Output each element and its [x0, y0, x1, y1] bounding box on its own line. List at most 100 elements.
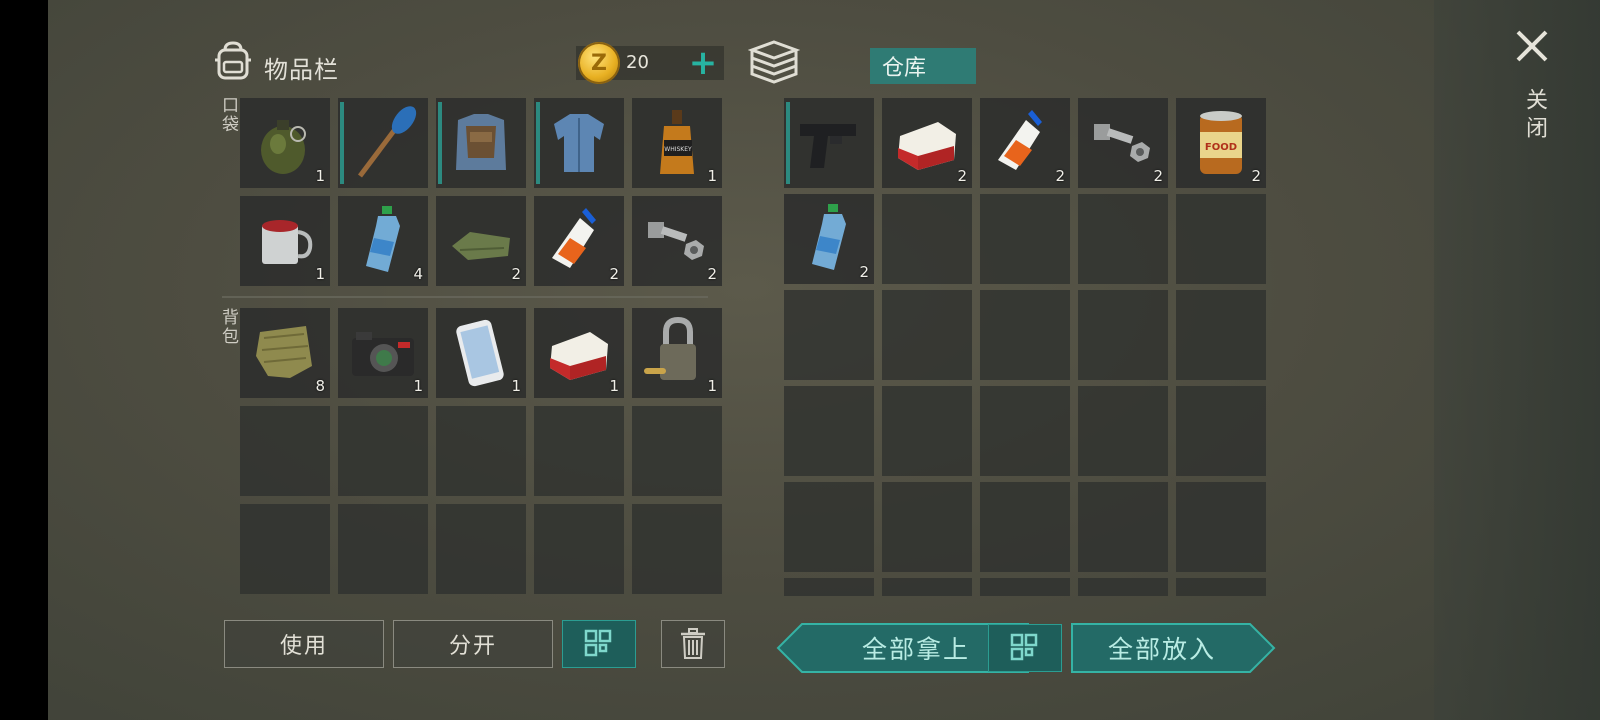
coin-count: 20 [626, 52, 649, 73]
empty-slot[interactable] [784, 482, 874, 572]
empty-slot[interactable] [632, 504, 722, 594]
item-slot[interactable]: 1 [240, 196, 330, 286]
item-slot[interactable]: 2 [784, 194, 874, 284]
empty-slot[interactable] [980, 290, 1070, 380]
item-slot[interactable]: WHISKEY 1 [632, 98, 722, 188]
empty-slot[interactable] [1176, 194, 1266, 284]
close-label[interactable]: 关闭 [1518, 88, 1550, 144]
item-slot[interactable]: 1 [534, 308, 624, 398]
empty-slot[interactable] [436, 406, 526, 496]
empty-slot[interactable] [980, 578, 1070, 596]
empty-slot[interactable] [240, 406, 330, 496]
food-can-icon: FOOD [1200, 111, 1242, 174]
empty-slot[interactable] [1176, 482, 1266, 572]
camera-icon [352, 332, 414, 376]
glue-icon [998, 110, 1042, 170]
close-icon[interactable] [1514, 28, 1550, 64]
item-slot[interactable] [784, 98, 874, 188]
empty-slot[interactable] [534, 406, 624, 496]
empty-slot[interactable] [534, 504, 624, 594]
item-count: 2 [957, 167, 967, 185]
empty-slot[interactable] [784, 578, 874, 596]
item-count: 2 [1153, 167, 1163, 185]
empty-slot[interactable] [784, 386, 874, 476]
item-count: 2 [859, 263, 869, 281]
empty-slot[interactable] [784, 290, 874, 380]
item-slot[interactable]: 2 [882, 98, 972, 188]
svg-text:WHISKEY: WHISKEY [664, 146, 692, 153]
item-slot[interactable] [436, 98, 526, 188]
empty-slot[interactable] [1078, 386, 1168, 476]
water-bottle-icon [366, 206, 400, 272]
durability-bar [438, 102, 442, 184]
item-slot[interactable]: 2 [1078, 98, 1168, 188]
item-slot[interactable]: 2 [436, 196, 526, 286]
put-all-button[interactable]: 全部放入 [1072, 624, 1252, 672]
empty-slot[interactable] [882, 290, 972, 380]
empty-slot[interactable] [338, 504, 428, 594]
item-count: 2 [511, 265, 521, 283]
durability-bar [536, 102, 540, 184]
add-coins-button[interactable]: + [688, 46, 718, 80]
side-panel [1434, 0, 1600, 720]
item-slot[interactable]: 4 [338, 196, 428, 286]
use-button[interactable]: 使用 [224, 620, 384, 668]
empty-slot[interactable] [1176, 386, 1266, 476]
item-slot[interactable]: 1 [632, 308, 722, 398]
rag-icon [256, 326, 312, 378]
item-slot[interactable]: 8 [240, 308, 330, 398]
empty-slot[interactable] [882, 578, 972, 596]
bolt-nut-icon [1094, 124, 1150, 162]
denim-shirt-icon [554, 114, 604, 172]
empty-slot[interactable] [1078, 578, 1168, 596]
empty-slot[interactable] [980, 482, 1070, 572]
empty-slot[interactable] [882, 386, 972, 476]
item-slot[interactable]: 1 [436, 308, 526, 398]
item-slot[interactable]: FOOD 2 [1176, 98, 1266, 188]
empty-slot[interactable] [1176, 290, 1266, 380]
glue-icon [552, 208, 596, 268]
empty-slot[interactable] [882, 194, 972, 284]
inventory-title: 物品栏 [264, 56, 339, 84]
pistol-icon [800, 124, 856, 168]
split-button[interactable]: 分开 [393, 620, 553, 668]
water-bottle-icon [812, 204, 846, 270]
item-count: 2 [1251, 167, 1261, 185]
item-slot[interactable]: 1 [338, 308, 428, 398]
item-slot[interactable]: 2 [534, 196, 624, 286]
item-count: 4 [413, 265, 423, 283]
cigarette-pack-icon [550, 332, 608, 380]
padlock-icon [644, 316, 696, 380]
empty-slot[interactable] [1078, 194, 1168, 284]
empty-slot[interactable] [1078, 290, 1168, 380]
empty-slot[interactable] [436, 504, 526, 594]
smartphone-icon [456, 319, 504, 387]
empty-slot[interactable] [882, 482, 972, 572]
item-slot[interactable]: 2 [632, 196, 722, 286]
item-slot[interactable]: 1 [240, 98, 330, 188]
item-slot[interactable] [338, 98, 428, 188]
durability-bar [786, 102, 790, 184]
item-count: 1 [511, 377, 521, 395]
empty-slot[interactable] [980, 386, 1070, 476]
warehouse-icon [748, 40, 800, 84]
item-count: 1 [315, 167, 325, 185]
sort-grid-icon [1010, 633, 1038, 661]
empty-slot[interactable] [632, 406, 722, 496]
empty-slot[interactable] [240, 504, 330, 594]
item-count: 2 [1055, 167, 1065, 185]
item-slot[interactable] [534, 98, 624, 188]
trash-button[interactable] [661, 620, 725, 668]
empty-slot[interactable] [1078, 482, 1168, 572]
sort-warehouse-button[interactable] [988, 624, 1062, 672]
item-count: 1 [707, 167, 717, 185]
empty-slot[interactable] [980, 194, 1070, 284]
bolt-nut-icon [648, 222, 704, 260]
empty-slot[interactable] [1176, 578, 1266, 596]
empty-slot[interactable] [338, 406, 428, 496]
warehouse-tab[interactable]: 仓库 [870, 48, 976, 84]
grenade-icon [261, 120, 306, 174]
sort-inventory-button[interactable] [562, 620, 636, 668]
item-slot[interactable]: 2 [980, 98, 1070, 188]
trash-icon [681, 628, 705, 659]
